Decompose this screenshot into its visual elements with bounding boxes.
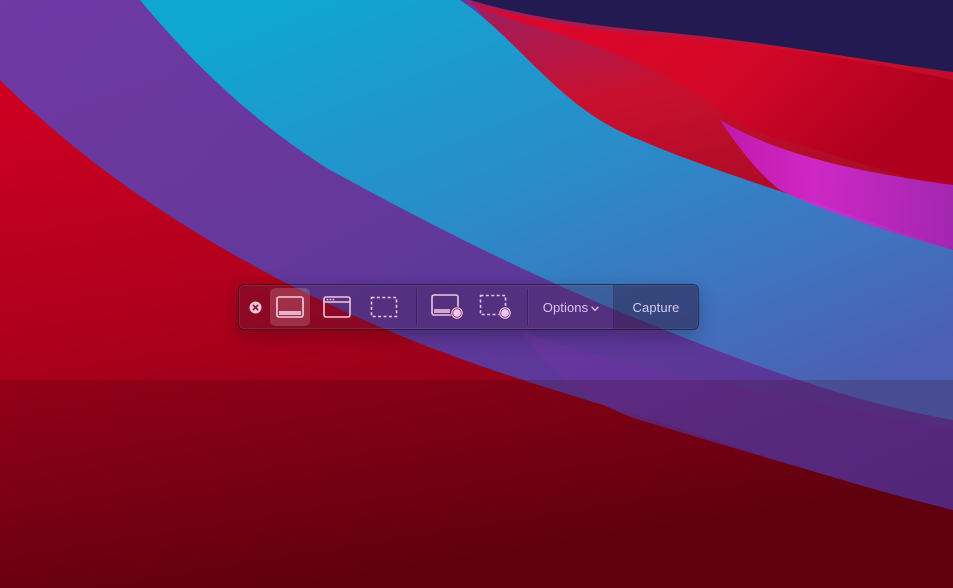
capture-entire-screen-button[interactable]	[270, 288, 310, 326]
record-entire-screen-button[interactable]	[428, 288, 468, 326]
record-entire-screen-icon	[431, 294, 464, 320]
capture-selection-button[interactable]	[364, 288, 404, 326]
capture-entire-screen-icon	[276, 296, 304, 318]
desktop: Options Capture	[0, 0, 953, 588]
close-button[interactable]	[249, 301, 262, 314]
record-selection-button[interactable]	[476, 288, 516, 326]
capture-selection-icon	[370, 296, 398, 318]
options-button[interactable]: Options	[529, 285, 613, 329]
close-icon	[249, 301, 262, 314]
chevron-down-icon	[591, 306, 599, 311]
options-label: Options	[542, 299, 589, 315]
capture-window-button[interactable]	[317, 288, 357, 326]
toolbar-divider	[527, 289, 528, 325]
screenshot-toolbar: Options Capture	[238, 284, 699, 330]
capture-window-icon	[323, 296, 351, 318]
capture-button[interactable]: Capture	[614, 285, 698, 329]
toolbar-divider	[416, 289, 417, 325]
capture-label: Capture	[632, 299, 680, 315]
record-selection-icon	[479, 294, 512, 320]
